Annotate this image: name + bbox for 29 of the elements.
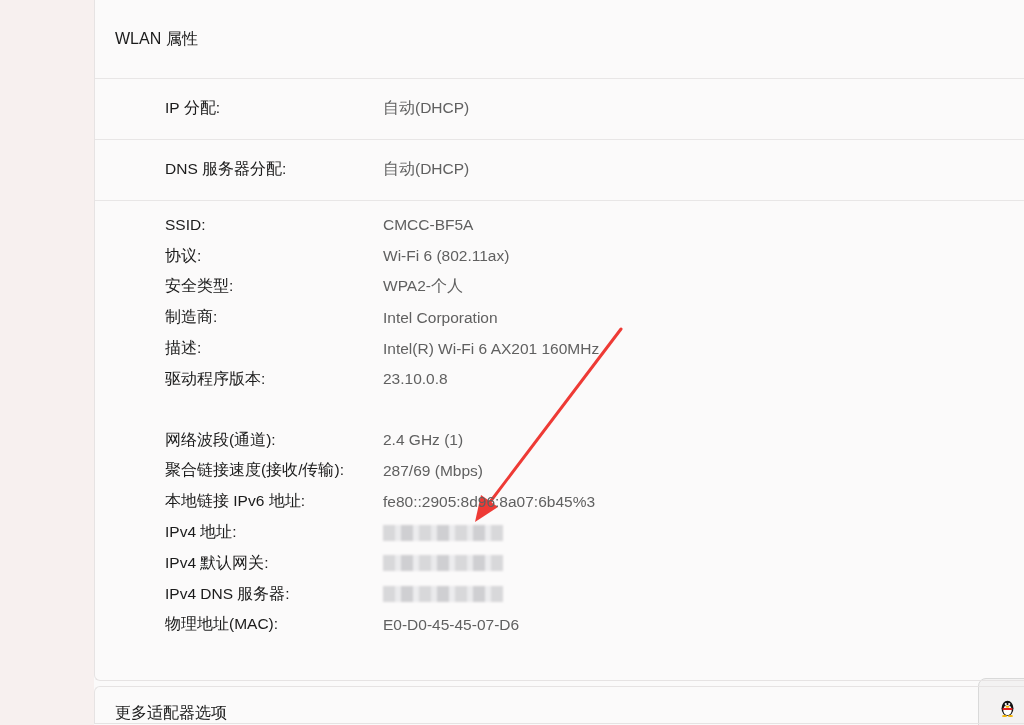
section-title: WLAN 属性 [115, 28, 198, 49]
property-value: 287/69 (Mbps) [383, 461, 483, 480]
property-value: E0-D0-45-45-07-D6 [383, 615, 520, 634]
property-label: 制造商: [165, 307, 219, 328]
property-value: 23.10.0.8 [383, 370, 448, 389]
property-label: 驱动程序版本: [165, 368, 267, 389]
property-label: IPv4 默认网关: [165, 552, 270, 573]
property-value: Wi-Fi 6 (802.11ax) [383, 247, 510, 266]
property-value: WPA2-个人 [383, 276, 463, 297]
property-label: DNS 服务器分配: [165, 159, 288, 180]
property-value: CMCC-BF5A [383, 216, 474, 235]
property-value: 2.4 GHz (1) [383, 431, 464, 450]
property-label: SSID: [165, 216, 207, 235]
property-value: Intel Corporation [383, 308, 498, 327]
property-value: Intel(R) Wi-Fi 6 AX201 160MHz [383, 339, 600, 358]
penguin-icon[interactable] [999, 698, 1016, 717]
property-label: 网络波段(通道): [165, 429, 277, 450]
property-label: IPv4 地址: [165, 522, 238, 543]
property-value: 自动(DHCP) [383, 98, 470, 119]
property-label: IPv4 DNS 服务器: [165, 583, 291, 604]
property-label: IP 分配: [165, 98, 221, 119]
property-label: 本地链接 IPv6 地址: [165, 491, 306, 512]
section-title: 更多适配器选项 [115, 703, 227, 723]
property-label: 安全类型: [165, 276, 235, 297]
property-label: 聚合链接速度(接收/传输): [165, 460, 345, 481]
property-label: 协议: [165, 245, 203, 266]
property-label: 描述: [165, 338, 203, 359]
property-value: 自动(DHCP) [383, 159, 470, 180]
property-label: 物理地址(MAC): [165, 614, 280, 635]
